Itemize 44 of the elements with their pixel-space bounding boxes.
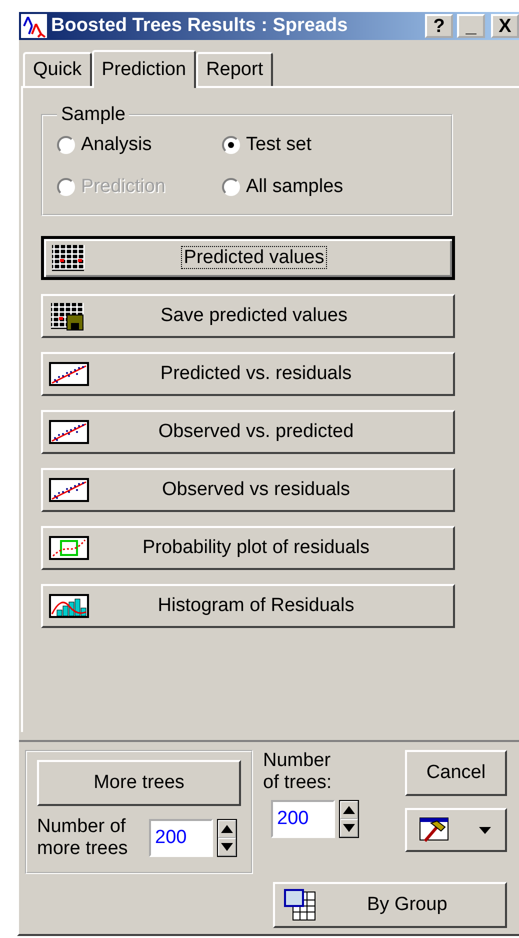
- action-button[interactable]: Observed vs. predicted: [41, 410, 455, 454]
- scatter-plot-icon: [49, 478, 89, 502]
- number-field[interactable]: 200: [149, 818, 213, 857]
- caret-icon: [479, 826, 491, 834]
- action-button[interactable]: Predicted values: [41, 236, 455, 280]
- by-group-icon: [283, 888, 317, 922]
- tab[interactable]: Quick: [23, 52, 92, 86]
- table-icon: [50, 243, 86, 273]
- probability-plot-icon: [49, 536, 89, 560]
- minimize-button[interactable]: _: [457, 14, 485, 38]
- field-label: Number of more trees: [37, 816, 129, 860]
- radio-label[interactable]: Test set: [246, 134, 312, 156]
- cancel-button[interactable]: Cancel: [405, 750, 507, 796]
- scatter-plot-icon: [49, 362, 89, 386]
- spin-up-icon[interactable]: [221, 824, 233, 833]
- tools-dropdown-button[interactable]: [405, 808, 507, 852]
- spin-up-icon[interactable]: [343, 806, 355, 814]
- number-field[interactable]: 200: [271, 800, 335, 838]
- more-trees-button[interactable]: More trees: [37, 760, 241, 806]
- help-button[interactable]: ?: [425, 14, 453, 38]
- table-save-icon: [49, 301, 85, 331]
- field-label: Number of trees:: [262, 750, 333, 794]
- scatter-plot-icon: [49, 420, 89, 444]
- radio-label[interactable]: All samples: [246, 176, 344, 198]
- tab[interactable]: Prediction: [92, 50, 196, 88]
- close-button[interactable]: X: [491, 14, 519, 38]
- action-button[interactable]: Probability plot of residuals: [41, 526, 455, 570]
- radio-label[interactable]: Analysis: [81, 134, 152, 156]
- spin-down-icon[interactable]: [221, 842, 233, 851]
- radio-button[interactable]: [57, 136, 75, 154]
- histogram-icon: [49, 594, 89, 618]
- action-button[interactable]: Predicted vs. residuals: [41, 352, 455, 396]
- tab[interactable]: Report: [196, 52, 274, 86]
- radio-button[interactable]: [222, 178, 240, 196]
- action-button[interactable]: Histogram of Residuals: [41, 584, 455, 628]
- window-title: Boosted Trees Results : Spreads: [51, 15, 349, 37]
- by-group-button[interactable]: By Group: [273, 882, 507, 928]
- radio-button[interactable]: [222, 136, 240, 154]
- hammer-icon: [419, 817, 449, 843]
- action-button[interactable]: Observed vs residuals: [41, 468, 455, 512]
- spin-down-icon[interactable]: [343, 824, 355, 832]
- group-title: Sample: [60, 104, 126, 126]
- tree-icon: [21, 14, 47, 38]
- action-button[interactable]: Save predicted values: [41, 294, 455, 338]
